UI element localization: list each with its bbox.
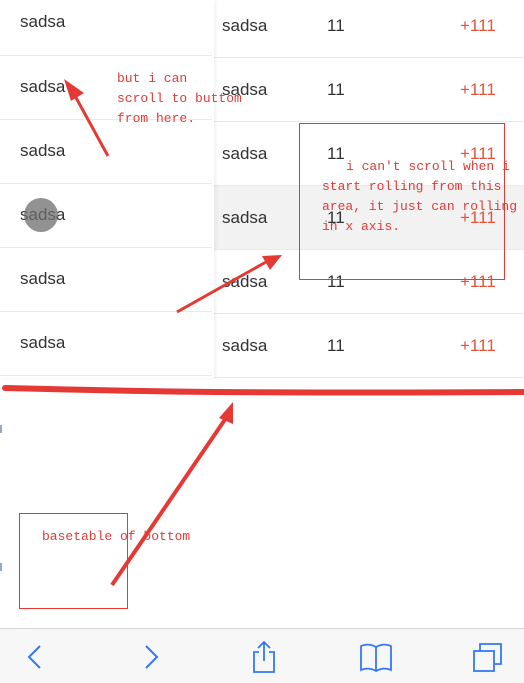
arrow-bottom-shaft: [110, 416, 228, 587]
annotation-line: area, it just can rolling: [322, 199, 518, 214]
back-icon: [27, 645, 41, 669]
cell-qty: 11: [327, 16, 345, 35]
row-name: sadsa: [20, 141, 66, 160]
bookmarks-button[interactable]: [356, 637, 396, 677]
cell-name: sadsa: [222, 336, 268, 355]
cell-qty: 11: [327, 80, 345, 99]
tabs-button[interactable]: [468, 637, 508, 677]
table-row[interactable]: sadsa: [0, 248, 212, 312]
table-row[interactable]: sadsa 11 +111: [214, 314, 524, 378]
table-row[interactable]: sadsa: [0, 120, 212, 184]
cell-change: +111: [460, 80, 496, 99]
tabs-icon: [473, 643, 502, 672]
share-button[interactable]: [244, 637, 284, 677]
annotation-line: i can't scroll when i: [346, 159, 510, 174]
table-row[interactable]: sadsa: [0, 312, 212, 376]
red-divider-line: [2, 385, 524, 396]
annotation-line: in x axis.: [322, 219, 401, 234]
forward-button[interactable]: [131, 637, 171, 677]
annotation-line: but i can: [117, 71, 188, 86]
cell-name: sadsa: [222, 144, 268, 163]
edge-mark: [0, 563, 2, 571]
cell-qty: 11: [327, 336, 345, 355]
cell-change: +111: [460, 16, 496, 35]
annotation-line: start rolling from this: [322, 179, 502, 194]
cell-change: +111: [460, 336, 496, 355]
bookmarks-icon: [360, 643, 392, 673]
browser-toolbar: [0, 628, 524, 683]
annotation-right-note: i can't scroll when i start rolling from…: [322, 157, 517, 237]
forward-icon: [145, 645, 159, 669]
page: sadsa sadsa sadsa sadsa sadsa sadsa sads…: [0, 0, 524, 683]
annotation-line: from here.: [117, 111, 196, 126]
back-button[interactable]: [15, 637, 55, 677]
cell-name: sadsa: [222, 208, 268, 227]
row-name: sadsa: [20, 12, 66, 31]
row-name: sadsa: [20, 77, 66, 96]
annotation-left-note: but i can scroll to buttom from here.: [117, 69, 242, 129]
row-name: sadsa: [20, 333, 66, 352]
cell-name: sadsa: [222, 16, 268, 35]
touch-indicator: [24, 198, 58, 232]
edge-mark: [0, 425, 2, 433]
arrow-bottom-head: [219, 402, 233, 424]
annotation-bottom-note: basetable of bottom: [42, 529, 191, 544]
table-row[interactable]: sadsa 11 +111: [214, 0, 524, 58]
annotation-line: scroll to buttom: [117, 91, 242, 106]
row-name: sadsa: [20, 269, 66, 288]
share-icon: [253, 640, 275, 673]
table-row[interactable]: sadsa: [0, 0, 212, 56]
table-row[interactable]: sadsa 11 +111: [214, 58, 524, 122]
cell-name: sadsa: [222, 272, 268, 291]
fixed-left-column[interactable]: sadsa sadsa sadsa sadsa sadsa sadsa: [0, 0, 214, 378]
